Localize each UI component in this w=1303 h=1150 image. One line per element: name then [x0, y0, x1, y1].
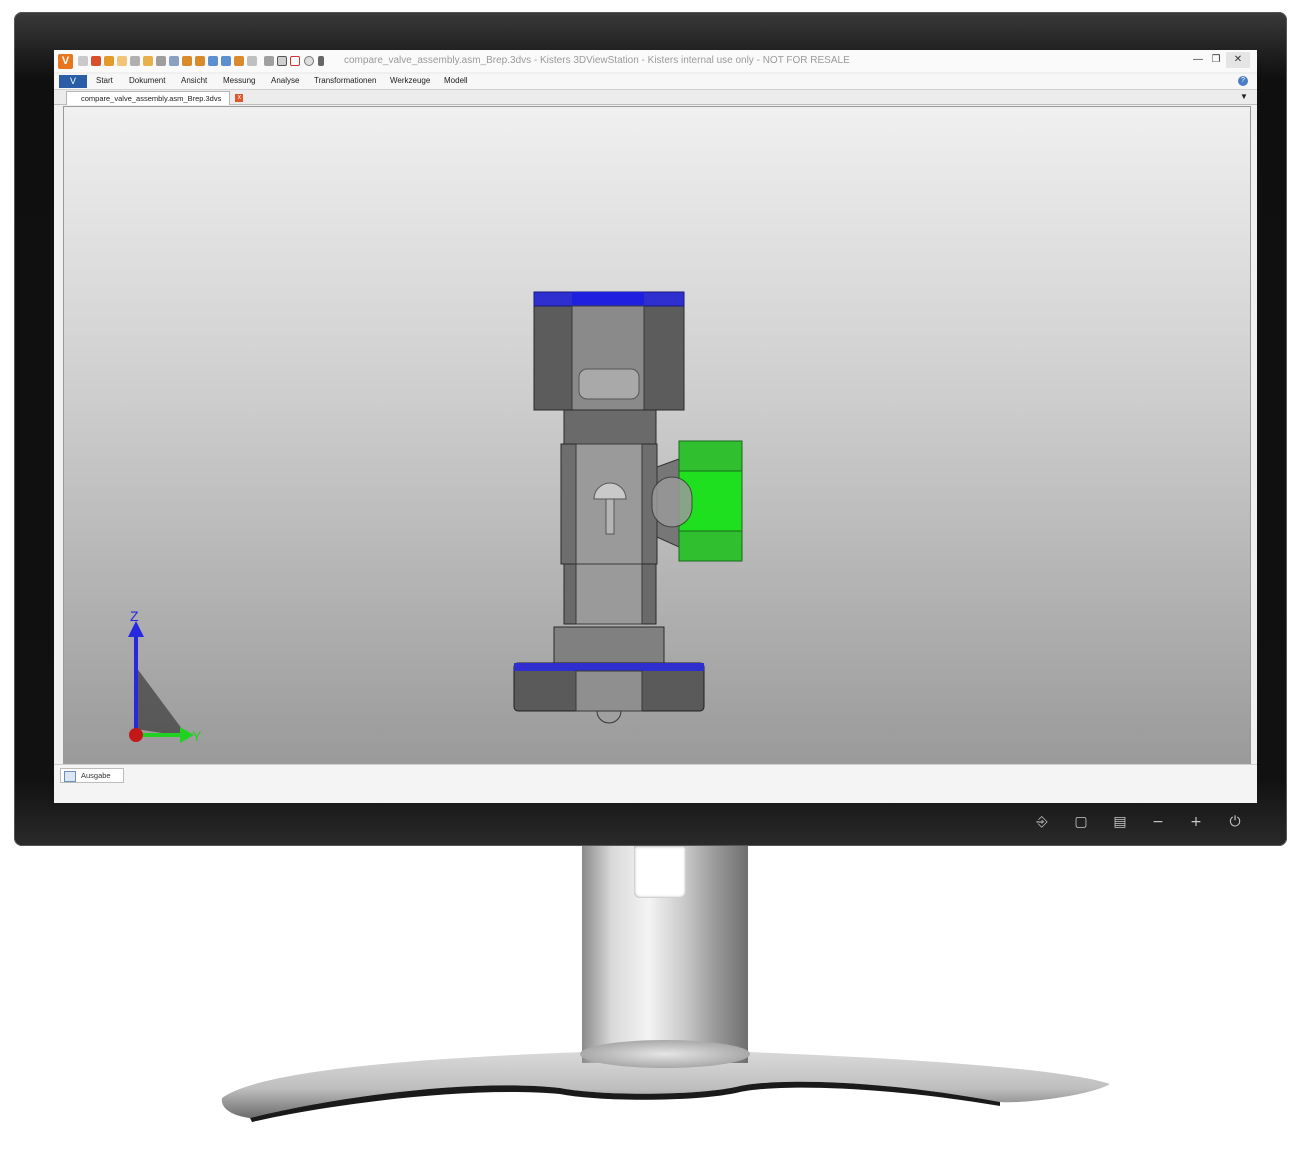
menu-analyse[interactable]: Analyse — [271, 76, 299, 85]
screen: V compare_valve_assembly.asm_Brep.3dvs -… — [54, 50, 1257, 803]
bottom-view-icon[interactable] — [247, 56, 257, 66]
front-view-icon[interactable] — [182, 56, 192, 66]
fit-icon[interactable] — [143, 56, 153, 66]
select-icon[interactable] — [117, 56, 127, 66]
3d-viewport[interactable]: Z Y — [63, 106, 1251, 764]
window-title: compare_valve_assembly.asm_Brep.3dvs - K… — [344, 55, 850, 66]
settings-icon[interactable]: ▤ — [1109, 813, 1131, 831]
left-view-icon[interactable] — [208, 56, 218, 66]
tab-close-icon[interactable]: x — [235, 94, 244, 102]
file-menu-button[interactable]: V — [59, 75, 87, 88]
right-view-icon[interactable] — [221, 56, 231, 66]
output-tab[interactable]: Ausgabe — [60, 768, 124, 783]
zoom-icon[interactable] — [130, 56, 140, 66]
document-tab-label: compare_valve_assembly.asm_Brep.3dvs — [81, 94, 222, 103]
menu-werkzeuge[interactable]: Werkzeuge — [390, 76, 430, 85]
output-icon — [64, 771, 76, 782]
rotate-icon[interactable] — [277, 56, 287, 66]
menu-modell[interactable]: Modell — [444, 76, 468, 85]
y-axis-label: Y — [192, 728, 202, 744]
minus-icon[interactable]: − — [1147, 813, 1169, 831]
output-tab-label: Ausgabe — [81, 771, 111, 780]
menu-transformationen[interactable]: Transformationen — [314, 76, 376, 85]
customize-icon[interactable] — [318, 56, 324, 66]
stand-pivot — [580, 1040, 750, 1068]
document-tab[interactable]: compare_valve_assembly.asm_Brep.3dvs x — [66, 91, 244, 105]
power-icon[interactable]: ⏻ — [1224, 813, 1246, 831]
menu-dokument[interactable]: Dokument — [129, 76, 165, 85]
menu-start[interactable]: Start — [96, 76, 113, 85]
help-icon[interactable]: ? — [1238, 76, 1248, 86]
top-view-icon[interactable] — [234, 56, 244, 66]
minimize-icon[interactable]: — — [1188, 52, 1208, 68]
input-icon[interactable]: ⎆ — [1031, 813, 1053, 831]
section-icon[interactable] — [156, 56, 166, 66]
view-icon[interactable] — [169, 56, 179, 66]
frame-icon[interactable] — [290, 56, 300, 66]
close-icon[interactable]: ✕ — [1226, 52, 1250, 68]
restore-icon[interactable]: ❐ — [1206, 52, 1226, 68]
tab-dropdown-icon[interactable]: ▼ — [1240, 92, 1248, 101]
output-panel: Ausgabe — [54, 764, 1257, 803]
undo-icon[interactable] — [91, 56, 101, 66]
new-icon[interactable] — [78, 56, 88, 66]
menu-icon[interactable]: ▢ — [1070, 813, 1092, 831]
explode-icon[interactable] — [264, 56, 274, 66]
back-view-icon[interactable] — [195, 56, 205, 66]
stand-cable-slot — [634, 846, 686, 898]
app-logo[interactable]: V — [58, 54, 73, 69]
z-axis-label: Z — [130, 608, 139, 624]
ribbon: V Start Dokument Ansicht Messung Analyse… — [54, 74, 1257, 90]
lens-icon[interactable] — [304, 56, 314, 66]
x-axis-origin — [129, 728, 143, 742]
menu-ansicht[interactable]: Ansicht — [181, 76, 207, 85]
move-icon[interactable] — [104, 56, 114, 66]
axis-triad: Z Y — [128, 608, 202, 744]
document-tab-bar: compare_valve_assembly.asm_Brep.3dvs x ▼ — [54, 90, 1257, 105]
axis-triad-plane — [136, 667, 188, 737]
menu-messung[interactable]: Messung — [223, 76, 255, 85]
plus-icon[interactable]: + — [1185, 813, 1207, 831]
title-bar: V compare_valve_assembly.asm_Brep.3dvs -… — [54, 50, 1257, 72]
